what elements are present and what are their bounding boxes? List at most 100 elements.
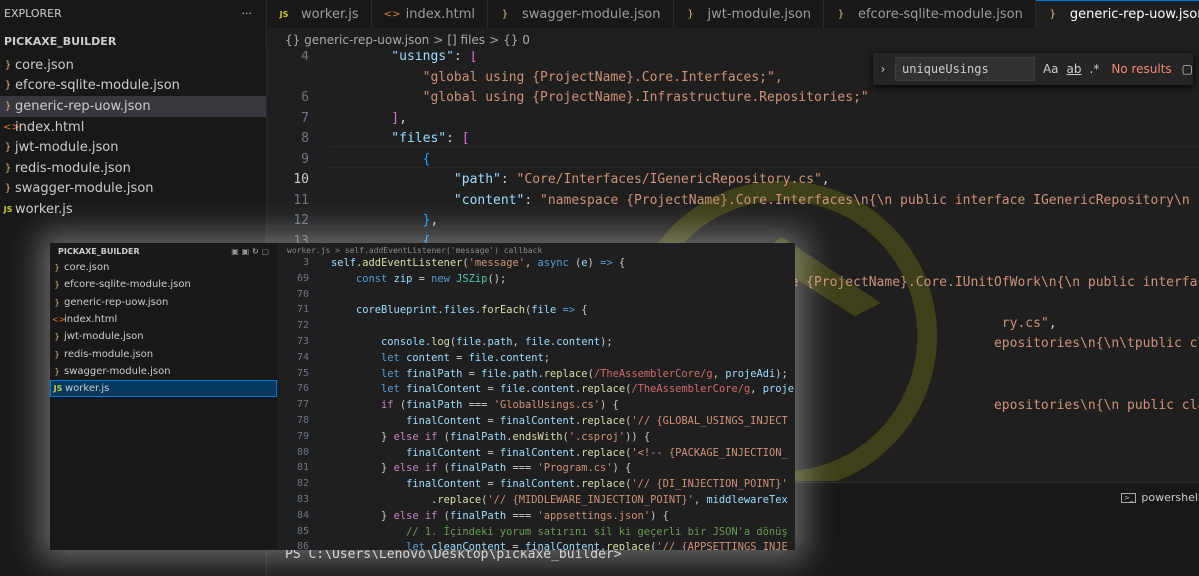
overlay-line-number: 78	[296, 415, 309, 426]
overlay-code-line: self.addEventListener('message', async (…	[331, 257, 626, 269]
file-item[interactable]: } swagger-module.json	[0, 179, 266, 200]
find-widget: › uniqueUsings Aa ab .* No results ▢	[873, 53, 1193, 85]
overlay-line-number: 81	[296, 462, 309, 474]
js-file-icon: JS	[53, 384, 63, 394]
line-number: 10	[293, 172, 309, 187]
html-file-icon: <>	[383, 8, 401, 20]
file-item[interactable]: <> index.html	[0, 117, 266, 138]
overlay-file-name: efcore-sqlite-module.json	[64, 279, 191, 291]
overlay-file-name: jwt-module.json	[64, 331, 144, 343]
find-input[interactable]: uniqueUsings	[895, 57, 1035, 81]
tab-label: efcore-sqlite-module.json	[857, 6, 1023, 22]
overlay-code-line: } else if (finalPath === 'appsettings.js…	[331, 509, 669, 522]
overlay-file-name: generic-rep-uow.json	[64, 296, 169, 308]
use-regex-icon[interactable]: .*	[1090, 62, 1100, 76]
tab-worker-js[interactable]: JS worker.js	[267, 0, 372, 28]
tab-swagger-module-json[interactable]: } swagger-module.json	[488, 0, 674, 28]
explorer-title: EXPLORER	[4, 6, 62, 20]
overlay-line-number: 69	[296, 272, 309, 284]
line-number: 4	[301, 51, 309, 64]
overlay-line-number: 71	[296, 304, 309, 316]
breadcrumb-separator: >	[489, 33, 500, 47]
overlay-line-number: 79	[296, 430, 309, 442]
breadcrumb-item[interactable]: {} 0	[503, 33, 530, 47]
overlay-file-item: } redis-module.json	[50, 345, 277, 362]
json-file-icon: }	[54, 263, 60, 273]
overlay-root-folder: PICKAXE_BUILDER ▣ ▣ ↻ ▢	[50, 243, 277, 259]
toggle-replace-icon[interactable]: ›	[873, 62, 893, 76]
tab-generic-rep-uow-json[interactable]: }generic-rep-uow.json✕	[1035, 0, 1199, 28]
html-file-icon: <>	[3, 121, 20, 133]
file-name: redis-module.json	[15, 160, 131, 176]
overlay-line-number: 77	[296, 399, 309, 411]
breadcrumb-item[interactable]: [] files	[447, 33, 485, 47]
breadcrumb-item[interactable]: {} generic-rep-uow.json	[285, 33, 429, 47]
overlay-line-number: 72	[296, 320, 309, 332]
overlay-line-number: 83	[296, 494, 309, 505]
breadcrumb: {} generic-rep-uow.json >[] files >{} 0	[267, 29, 1199, 51]
overlay-code-editor: 3 self.addEventListener('message', async …	[277, 257, 795, 550]
overlay-file-name: swagger-module.json	[64, 365, 171, 377]
overlay-line-number: 82	[296, 478, 309, 490]
overlay-file-item: } core.json	[50, 259, 277, 276]
tab-label: worker.js	[301, 6, 359, 22]
line-number: 9	[301, 151, 309, 167]
overlay-file-item: } generic-rep-uow.json	[50, 294, 277, 311]
line-number: 11	[293, 192, 309, 208]
terminal-shell-tab[interactable]: >_ powershell	[1121, 491, 1199, 504]
more-actions-icon[interactable]: ···	[242, 7, 253, 20]
overlay-line-number: 73	[296, 336, 309, 347]
tab-jwt-module-json[interactable]: } jwt-module.json	[674, 0, 824, 28]
code-line: "content": "namespace {ProjectName}.Core…	[360, 192, 1199, 208]
overlay-code-line: if (finalPath === 'GlobalUsings.cs') {	[331, 399, 619, 412]
overlay-file-item: } jwt-module.json	[50, 328, 277, 345]
line-number: 8	[301, 131, 309, 146]
tab-label: generic-rep-uow.json	[1069, 7, 1199, 22]
tab-index-html[interactable]: <> index.html	[372, 0, 488, 28]
file-name: swagger-module.json	[15, 181, 154, 197]
match-case-icon[interactable]: Aa	[1043, 62, 1059, 76]
file-item[interactable]: } generic-rep-uow.json	[0, 96, 266, 117]
json-file-icon: }	[54, 366, 60, 376]
html-file-icon: <>	[52, 315, 66, 325]
editor-tabs: JS worker.js <> index.html} swagger-module.j…	[267, 0, 1199, 28]
overlay-file-name: redis-module.json	[64, 348, 154, 360]
find-result-status: No results	[1111, 62, 1172, 76]
file-item[interactable]: } efcore-sqlite-module.json	[0, 76, 266, 97]
tab-label: index.html	[405, 6, 475, 22]
code-line: "path": "Core/Interfaces/IGenericReposit…	[360, 172, 830, 187]
code-line: },	[360, 213, 439, 228]
tab-label: swagger-module.json	[521, 6, 661, 22]
tab-efcore-sqlite-module-json[interactable]: } efcore-sqlite-module.json	[824, 0, 1036, 28]
file-name: efcore-sqlite-module.json	[15, 78, 180, 94]
code-line: "global using {ProjectName}.Core.Interfa…	[360, 69, 783, 85]
overlay-file-item: } swagger-module.json	[50, 363, 277, 380]
overlay-code-line: console.log(file.path, file.content);	[331, 336, 613, 348]
overlay-code-line: coreBlueprint.files.forEach(file => {	[331, 304, 588, 317]
file-item[interactable]: } core.json	[0, 55, 266, 76]
overlay-line-number: 70	[296, 288, 309, 300]
code-line: "files": [	[360, 131, 470, 146]
file-item[interactable]: } redis-module.json	[0, 158, 266, 179]
json-file-icon: }	[4, 59, 12, 71]
overlay-code-line: let content = file.content;	[331, 351, 551, 364]
overlay-line-number: 76	[296, 383, 309, 395]
json-file-icon: }	[54, 349, 60, 359]
overlay-file-name: core.json	[64, 262, 110, 274]
explorer-root-folder[interactable]: PICKAXE_BUILDER	[0, 27, 266, 55]
json-file-icon: }	[54, 280, 60, 290]
file-name: generic-rep-uow.json	[15, 98, 151, 114]
file-item[interactable]: JS worker.js	[0, 199, 266, 220]
overlay-explorer: PICKAXE_BUILDER ▣ ▣ ↻ ▢ } core.json} efcor…	[50, 243, 277, 550]
file-item[interactable]: } jwt-module.json	[0, 137, 266, 158]
explorer-header: EXPLORER ···	[0, 0, 266, 26]
json-file-icon: }	[501, 8, 509, 20]
terminal-shell-name: powershell	[1141, 491, 1199, 504]
overlay-line-number: 3	[302, 257, 309, 268]
match-whole-word-icon[interactable]: ab	[1067, 62, 1082, 76]
overlay-root-label: PICKAXE_BUILDER	[58, 246, 140, 256]
json-file-icon: }	[4, 80, 12, 92]
json-file-icon: }	[4, 183, 12, 195]
overlay-file-item: } efcore-sqlite-module.json	[50, 276, 277, 293]
find-more-icon[interactable]: ▢	[1182, 62, 1193, 76]
